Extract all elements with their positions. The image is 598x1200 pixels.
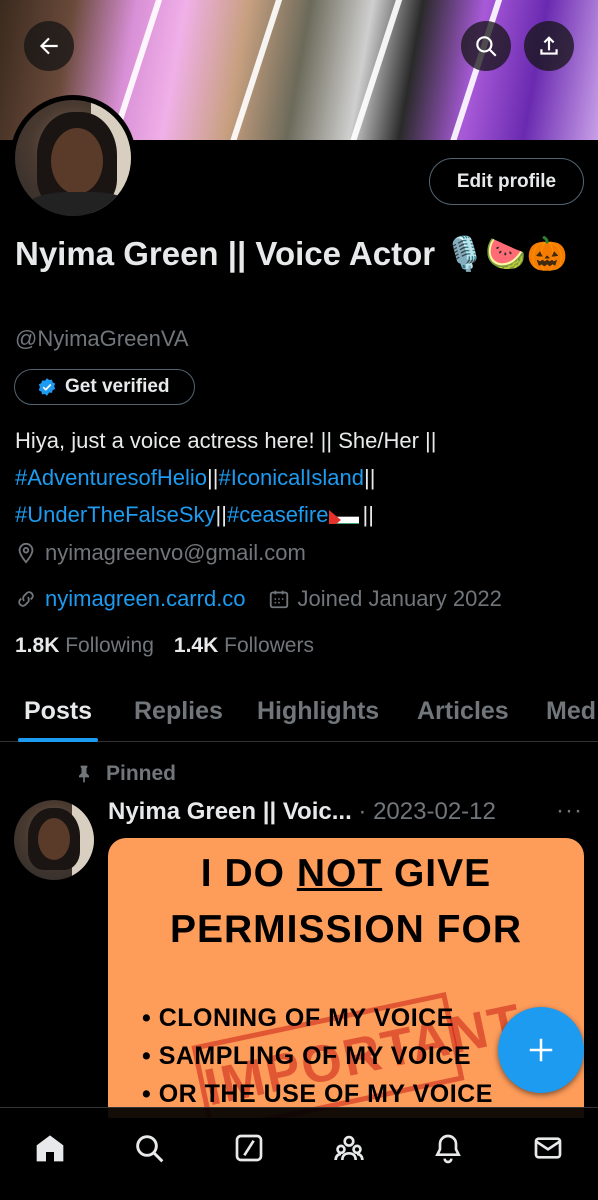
followers-link[interactable]: 1.4K Followers xyxy=(174,634,314,658)
get-verified-button[interactable]: Get verified xyxy=(14,369,195,405)
hashtag-link[interactable]: #ceasefire xyxy=(227,502,329,527)
get-verified-label: Get verified xyxy=(65,376,170,397)
grok-icon xyxy=(235,1134,263,1162)
post-header: Nyima Green || Voic... · 2023-02-12 xyxy=(108,795,496,829)
messages-icon xyxy=(534,1137,562,1159)
calendar-icon xyxy=(269,590,288,609)
pinned-indicator: Pinned xyxy=(74,762,176,786)
profile-website-link[interactable]: nyimagreen.carrd.co xyxy=(45,586,246,612)
image-heading-1: I DO NOT GIVE xyxy=(200,852,492,895)
tab-posts[interactable]: Posts xyxy=(17,680,99,742)
more-options-button[interactable]: ··· xyxy=(556,797,583,825)
following-label: Following xyxy=(65,634,154,657)
nav-grok[interactable] xyxy=(229,1128,269,1168)
image-bullet-2: • SAMPLING OF MY VOICE xyxy=(142,1042,472,1070)
followers-count: 1.4K xyxy=(173,634,219,657)
nav-search[interactable] xyxy=(129,1128,169,1168)
post-author-avatar[interactable] xyxy=(14,800,94,880)
following-link[interactable]: 1.8K Following xyxy=(15,634,154,658)
joined-date: Joined January 2022 xyxy=(297,586,502,611)
verified-badge-icon xyxy=(38,378,56,396)
profile-name: Nyima Green || Voice Actor 🎙️🍉🎃 xyxy=(15,235,568,272)
tab-media[interactable]: Med xyxy=(546,680,596,742)
image-bullet-1: • CLONING OF MY VOICE xyxy=(142,1004,454,1032)
arrow-left-icon xyxy=(39,37,58,55)
tab-articles[interactable]: Articles xyxy=(417,680,509,742)
profile-email-row: nyimagreenvo@gmail.com xyxy=(15,540,306,566)
nav-home[interactable] xyxy=(30,1128,70,1168)
profile-email: nyimagreenvo@gmail.com xyxy=(45,540,306,565)
tab-replies[interactable]: Replies xyxy=(134,680,223,742)
following-count: 1.8K xyxy=(15,634,60,657)
nav-communities[interactable] xyxy=(329,1128,369,1168)
share-button[interactable] xyxy=(524,21,574,71)
post-author-name[interactable]: Nyima Green || Voic... xyxy=(108,798,352,825)
compose-post-button[interactable] xyxy=(498,1007,584,1093)
bio-separator: || xyxy=(362,502,374,527)
nav-notifications[interactable] xyxy=(428,1128,468,1168)
pinned-label: Pinned xyxy=(106,762,177,785)
profile-bio: Hiya, just a voice actress here! || She/… xyxy=(15,422,585,533)
notifications-icon xyxy=(435,1134,462,1164)
location-pin-icon xyxy=(18,542,34,564)
followers-label: Followers xyxy=(224,634,314,657)
tab-highlights[interactable]: Highlights xyxy=(257,680,379,742)
profile-tabs: Posts Replies Highlights Articles Med xyxy=(0,680,598,742)
communities-icon xyxy=(334,1135,364,1161)
share-icon xyxy=(540,36,558,55)
profile-avatar[interactable] xyxy=(10,95,136,221)
profile-link-row: nyimagreen.carrd.co Joined January 2022 xyxy=(15,586,502,612)
search-icon xyxy=(136,1135,164,1163)
follow-counts: 1.8K Following 1.4K Followers xyxy=(15,634,314,658)
search-icon xyxy=(476,36,497,57)
nav-messages[interactable] xyxy=(528,1128,568,1168)
hashtag-link[interactable]: #IconicalIsland xyxy=(218,465,364,490)
post-date[interactable]: · 2023-02-12 xyxy=(358,798,495,825)
palestine-flag-icon xyxy=(328,504,359,524)
image-heading-2: PERMISSION FOR xyxy=(169,908,523,951)
edit-profile-button[interactable]: Edit profile xyxy=(429,158,584,205)
bio-separator: || xyxy=(364,465,376,490)
bottom-nav-bar xyxy=(0,1107,598,1200)
plus-icon xyxy=(529,1038,553,1062)
bio-line: Hiya, just a voice actress here! || She/… xyxy=(15,428,437,453)
bio-separator: || xyxy=(215,502,227,527)
hashtag-link[interactable]: #UnderTheFalseSky xyxy=(15,502,216,527)
back-button[interactable] xyxy=(24,21,74,71)
search-button[interactable] xyxy=(461,21,511,71)
home-icon xyxy=(36,1135,64,1162)
profile-handle: @NyimaGreenVA xyxy=(15,326,189,351)
hashtag-link[interactable]: #AdventuresofHelio xyxy=(15,465,207,490)
image-bullet-3: • OR THE USE OF MY VOICE xyxy=(142,1080,493,1108)
pin-icon xyxy=(79,765,89,783)
bio-separator: || xyxy=(207,465,219,490)
link-icon xyxy=(18,591,34,607)
